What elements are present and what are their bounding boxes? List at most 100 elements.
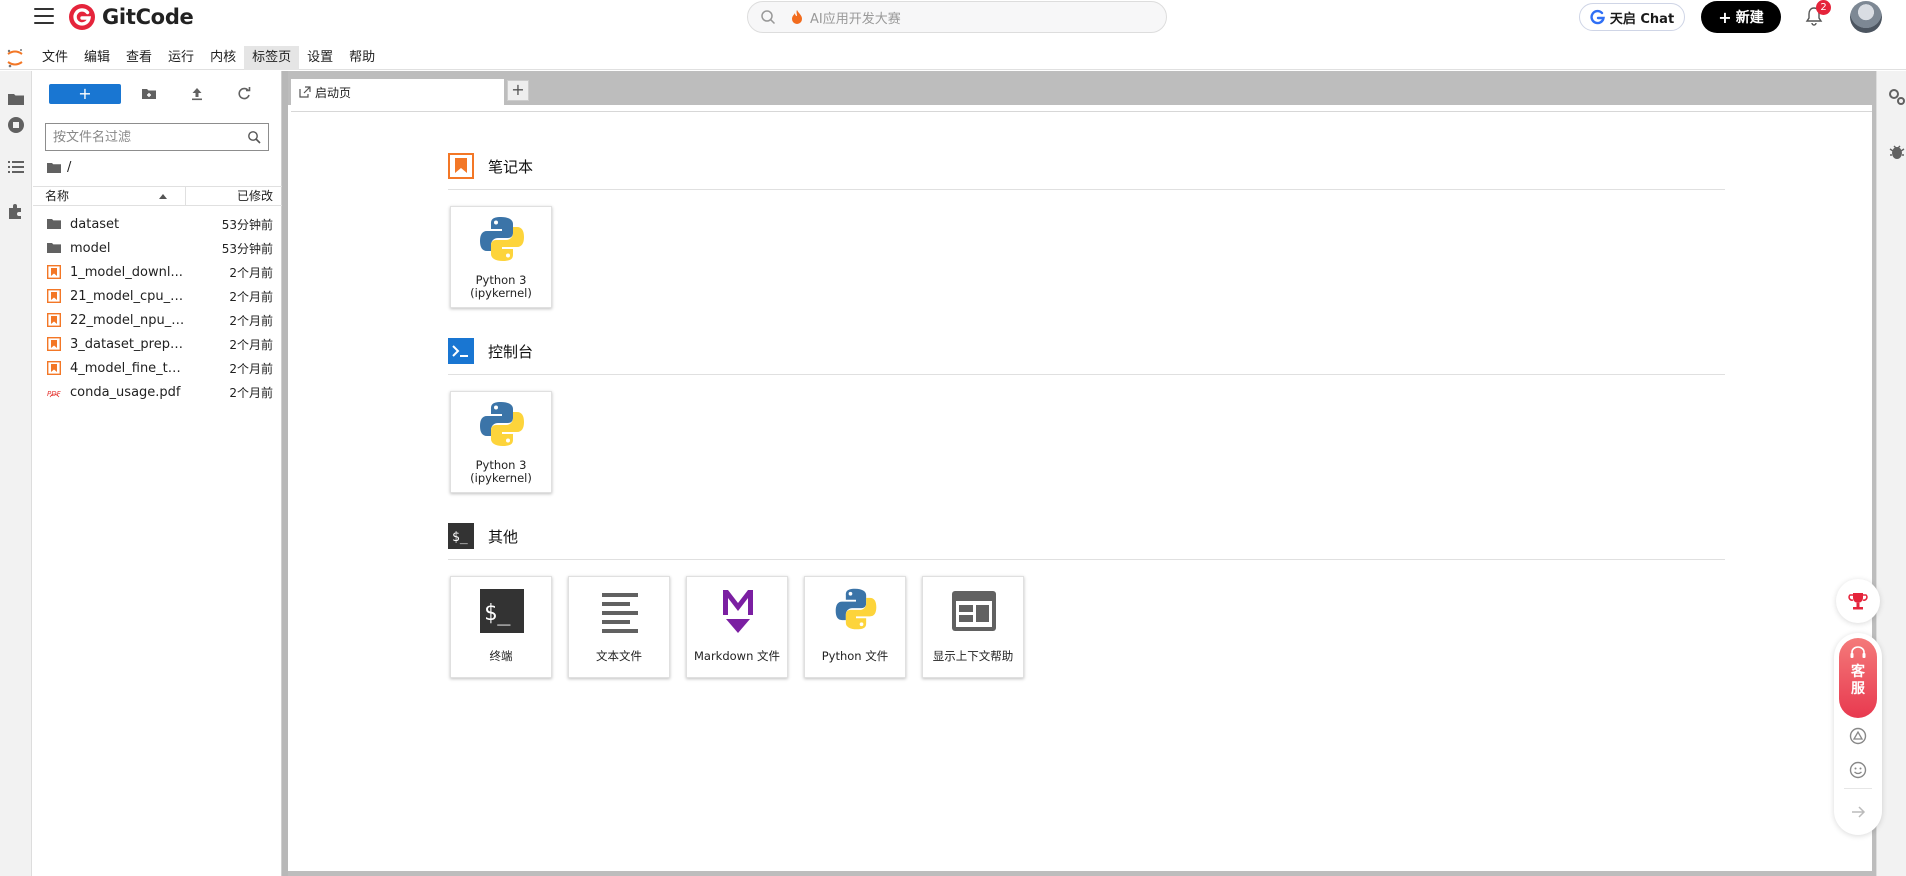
notebook-icon <box>46 288 62 304</box>
file-filter-input[interactable] <box>53 129 243 145</box>
file-row[interactable]: model 53分钟前 <box>33 236 282 260</box>
file-modified: 2个月前 <box>229 337 273 352</box>
menu-item-3[interactable]: 运行 <box>160 46 202 70</box>
gitcode-logo-icon <box>69 4 95 30</box>
python-logo-icon <box>480 402 524 446</box>
menu-item-1[interactable]: 编辑 <box>76 46 118 70</box>
table-of-contents-icon[interactable] <box>7 158 25 176</box>
menu-bar: 文件 编辑 查看 运行 内核 标签页 设置 帮助 <box>0 46 1906 70</box>
running-stop-icon[interactable] <box>7 116 25 134</box>
file-row[interactable]: dataset 53分钟前 <box>33 212 282 236</box>
customer-service-button[interactable]: 客服 <box>1839 638 1877 718</box>
new-launcher-button[interactable]: + <box>49 84 121 104</box>
breadcrumb[interactable]: / <box>47 160 71 175</box>
main-border-bottom <box>288 871 1876 876</box>
folder-icon <box>47 162 61 173</box>
new-folder-icon[interactable] <box>141 86 157 102</box>
tianqi-chat-button[interactable]: 天启 Chat <box>1579 3 1685 31</box>
notebook-section-icon <box>448 153 474 179</box>
search-icon <box>761 10 776 25</box>
python-file-card[interactable]: Python 文件 <box>804 576 906 678</box>
menu-item-5[interactable]: 标签页 <box>244 46 300 70</box>
file-row[interactable]: 21_model_cpu_i... 2个月前 <box>33 284 282 308</box>
file-name: conda_usage.pdf <box>70 384 181 400</box>
column-modified-label: 已修改 <box>236 189 273 203</box>
arrow-right-icon[interactable] <box>1849 803 1867 821</box>
menu-item-7[interactable]: 帮助 <box>341 46 383 70</box>
file-modified: 2个月前 <box>229 361 273 376</box>
search-icon <box>248 131 261 144</box>
menu-item-2[interactable]: 查看 <box>118 46 160 70</box>
headset-icon <box>1850 646 1866 658</box>
new-label: 新建 <box>1735 10 1764 26</box>
console-section-icon <box>448 338 474 364</box>
refresh-icon[interactable] <box>236 86 252 102</box>
card-label: Python 3 (ipykernel) <box>470 458 532 485</box>
file-row[interactable]: 3_dataset_prepa... 2个月前 <box>33 332 282 356</box>
column-header-modified[interactable]: 已修改 <box>186 187 282 205</box>
gitcode-logo[interactable]: GitCode <box>68 3 194 31</box>
markdown-icon <box>723 590 753 633</box>
file-list-header: 名称 已修改 <box>33 186 282 206</box>
launcher-tab-icon <box>299 86 311 98</box>
notebook-icon <box>46 312 62 328</box>
file-browser-toolbar: + <box>33 84 282 106</box>
pdf-icon: PDF <box>47 385 62 399</box>
upload-icon[interactable] <box>189 86 205 102</box>
notification-badge: 2 <box>1816 0 1831 15</box>
terminal-card[interactable]: $_ 终端 <box>450 576 552 678</box>
file-name: 1_model_downl... <box>70 264 183 280</box>
notebook-icon <box>46 360 62 376</box>
file-row[interactable]: 22_model_npu_i... 2个月前 <box>33 308 282 332</box>
launcher-top-divider <box>291 111 1872 112</box>
file-row[interactable]: 4_model_fine_tu... 2个月前 <box>33 356 282 380</box>
extension-puzzle-icon[interactable] <box>7 202 25 220</box>
file-filter-field[interactable] <box>45 123 269 151</box>
file-row[interactable]: PDF conda_usage.pdf 2个月前 <box>33 380 282 404</box>
customer-service-label: 客服 <box>1851 664 1865 697</box>
console-python3-card[interactable]: Python 3 (ipykernel) <box>450 391 552 493</box>
file-list: dataset 53分钟前 model 53分钟前 1_model_downl... 2个… <box>33 212 282 404</box>
tab-launcher[interactable]: 启动页 <box>291 77 504 105</box>
menu-item-0[interactable]: 文件 <box>34 46 76 70</box>
fire-icon <box>792 10 802 24</box>
menu-item-6[interactable]: 设置 <box>299 46 341 70</box>
plus-icon: + <box>1718 7 1732 27</box>
debugger-bug-icon[interactable] <box>1888 143 1906 161</box>
notebook-icon <box>46 336 62 352</box>
property-inspector-gears-icon[interactable] <box>1888 88 1906 106</box>
file-modified: 53分钟前 <box>221 217 273 232</box>
file-modified: 2个月前 <box>229 313 273 328</box>
context-help-card[interactable]: 显示上下文帮助 <box>922 576 1024 678</box>
folder-icon[interactable] <box>7 90 25 108</box>
new-button[interactable]: + 新建 <box>1701 1 1781 33</box>
file-name: 22_model_npu_i... <box>70 312 185 328</box>
column-header-name[interactable]: 名称 <box>33 187 186 205</box>
chat-label: 天启 Chat <box>1609 11 1675 27</box>
notebook-python3-card[interactable]: Python 3 (ipykernel) <box>450 206 552 308</box>
search-input[interactable]: AI应用开发大赛 <box>747 1 1167 33</box>
trophy-button[interactable] <box>1836 579 1880 623</box>
smiley-icon[interactable] <box>1849 761 1867 779</box>
terminal-icon: $_ <box>480 589 524 633</box>
left-activity-bar <box>0 71 32 876</box>
avatar[interactable] <box>1850 1 1882 33</box>
text-file-card[interactable]: 文本文件 <box>568 576 670 678</box>
file-name: dataset <box>70 216 120 232</box>
card-label: 终端 <box>489 649 513 663</box>
text-file-icon <box>602 593 638 633</box>
panel-splitter[interactable] <box>282 71 288 876</box>
section-other-title: $_ 其他 <box>448 523 518 549</box>
top-header: GitCode AI应用开发大赛 天启 Chat + 新建 2 <box>0 0 1906 36</box>
feedback-icon[interactable] <box>1849 727 1867 745</box>
card-label: 文本文件 <box>596 649 642 663</box>
hamburger-menu-icon[interactable] <box>34 8 54 26</box>
markdown-file-card[interactable]: Markdown 文件 <box>686 576 788 678</box>
file-browser: + / 名称 已修改 dataset 53分钟前 model 53分钟前 1_model… <box>33 71 282 876</box>
file-modified: 2个月前 <box>229 265 273 280</box>
add-tab-button[interactable]: + <box>507 80 529 101</box>
file-row[interactable]: 1_model_downl... 2个月前 <box>33 260 282 284</box>
breadcrumb-root[interactable]: / <box>67 160 71 175</box>
menu-item-4[interactable]: 内核 <box>202 46 244 70</box>
file-name: 3_dataset_prepa... <box>70 336 185 352</box>
